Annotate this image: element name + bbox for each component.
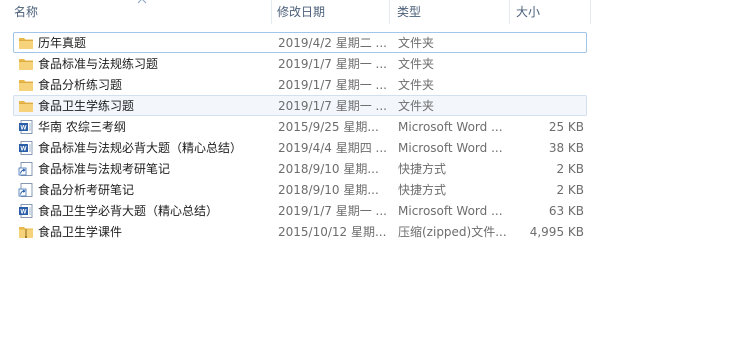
file-name: 食品分析练习题 xyxy=(38,78,123,92)
file-row[interactable]: W 华南 农综三考纲 2015/9/25 星期... Microsoft Word .… xyxy=(13,116,587,137)
file-type: 快捷方式 xyxy=(398,183,447,197)
file-date: 2019/1/7 星期一 ... xyxy=(278,204,387,218)
file-size: 4,995 KB xyxy=(529,225,584,239)
column-separator[interactable] xyxy=(389,0,390,24)
file-name: 食品卫生学必背大题（精心总结） xyxy=(38,204,219,218)
file-date: 2018/9/10 星期... xyxy=(278,162,379,176)
file-date: 2019/4/2 星期二 ... xyxy=(278,36,387,50)
file-date: 2019/1/7 星期一 ... xyxy=(278,99,387,113)
file-row[interactable]: 食品标准与法规考研笔记 2018/9/10 星期... 快捷方式 2 KB xyxy=(13,158,587,179)
word-document-icon: W xyxy=(18,141,34,155)
svg-text:W: W xyxy=(20,125,27,132)
file-row[interactable]: W 食品标准与法规必背大题（精心总结） 2019/4/4 星期四 ... Micros… xyxy=(13,137,587,158)
file-type: 文件夹 xyxy=(398,36,435,50)
column-header-size[interactable]: 大小 xyxy=(516,0,586,24)
file-size: 38 KB xyxy=(548,141,584,155)
file-date: 2019/1/7 星期一 ... xyxy=(278,78,387,92)
file-date: 2019/1/7 星期一 ... xyxy=(278,57,387,71)
file-date: 2018/9/10 星期... xyxy=(278,183,379,197)
svg-text:W: W xyxy=(20,209,27,216)
folder-icon xyxy=(18,99,34,113)
file-size: 25 KB xyxy=(548,120,584,134)
file-type: 文件夹 xyxy=(398,57,435,71)
file-date: 2019/4/4 星期四 ... xyxy=(278,141,387,155)
file-name: 食品卫生学练习题 xyxy=(38,99,135,113)
file-size: 63 KB xyxy=(548,204,584,218)
column-separator[interactable] xyxy=(509,0,510,24)
word-document-icon: W xyxy=(18,204,34,218)
file-row[interactable]: 食品标准与法规练习题 2019/1/7 星期一 ... 文件夹 xyxy=(13,53,587,74)
file-row[interactable]: 食品分析练习题 2019/1/7 星期一 ... 文件夹 xyxy=(13,74,587,95)
shortcut-icon xyxy=(18,183,34,197)
file-row[interactable]: 食品卫生学练习题 2019/1/7 星期一 ... 文件夹 xyxy=(13,95,587,116)
file-type: Microsoft Word ... xyxy=(398,141,503,155)
file-row[interactable]: 食品卫生学课件 2015/10/12 星期... 压缩(zipped)文件... 4,… xyxy=(13,221,587,242)
file-row[interactable]: 食品分析考研笔记 2018/9/10 星期... 快捷方式 2 KB xyxy=(13,179,587,200)
file-row[interactable]: 历年真题 2019/4/2 星期二 ... 文件夹 xyxy=(13,32,587,53)
file-name: 华南 农综三考纲 xyxy=(38,120,126,134)
file-name: 食品卫生学课件 xyxy=(38,225,123,239)
column-separator[interactable] xyxy=(271,0,272,24)
file-name: 食品标准与法规必背大题（精心总结） xyxy=(38,141,243,155)
file-size: 2 KB xyxy=(556,183,584,197)
zip-folder-icon xyxy=(18,225,34,239)
file-type: Microsoft Word ... xyxy=(398,120,503,134)
sort-ascending-icon xyxy=(137,0,147,4)
file-name: 食品分析考研笔记 xyxy=(38,183,135,197)
folder-icon xyxy=(18,78,34,92)
file-type: 快捷方式 xyxy=(398,162,447,176)
file-type: 文件夹 xyxy=(398,99,435,113)
column-header-date[interactable]: 修改日期 xyxy=(277,0,387,24)
file-name: 历年真题 xyxy=(38,36,87,50)
file-name: 食品标准与法规练习题 xyxy=(38,57,159,71)
column-header: 名称 修改日期 类型 大小 xyxy=(0,0,738,24)
folder-icon xyxy=(18,36,34,50)
file-type: 压缩(zipped)文件... xyxy=(398,225,507,239)
column-header-type[interactable]: 类型 xyxy=(397,0,507,24)
folder-icon xyxy=(18,57,34,71)
file-name: 食品标准与法规考研笔记 xyxy=(38,162,171,176)
shortcut-icon xyxy=(18,162,34,176)
file-size: 2 KB xyxy=(556,162,584,176)
file-type: 文件夹 xyxy=(398,78,435,92)
column-separator[interactable] xyxy=(590,0,591,24)
file-date: 2015/10/12 星期... xyxy=(278,225,387,239)
file-date: 2015/9/25 星期... xyxy=(278,120,379,134)
file-type: Microsoft Word ... xyxy=(398,204,503,218)
file-row[interactable]: W 食品卫生学必背大题（精心总结） 2019/1/7 星期一 ... Microsof… xyxy=(13,200,587,221)
word-document-icon: W xyxy=(18,120,34,134)
svg-text:W: W xyxy=(20,146,27,153)
